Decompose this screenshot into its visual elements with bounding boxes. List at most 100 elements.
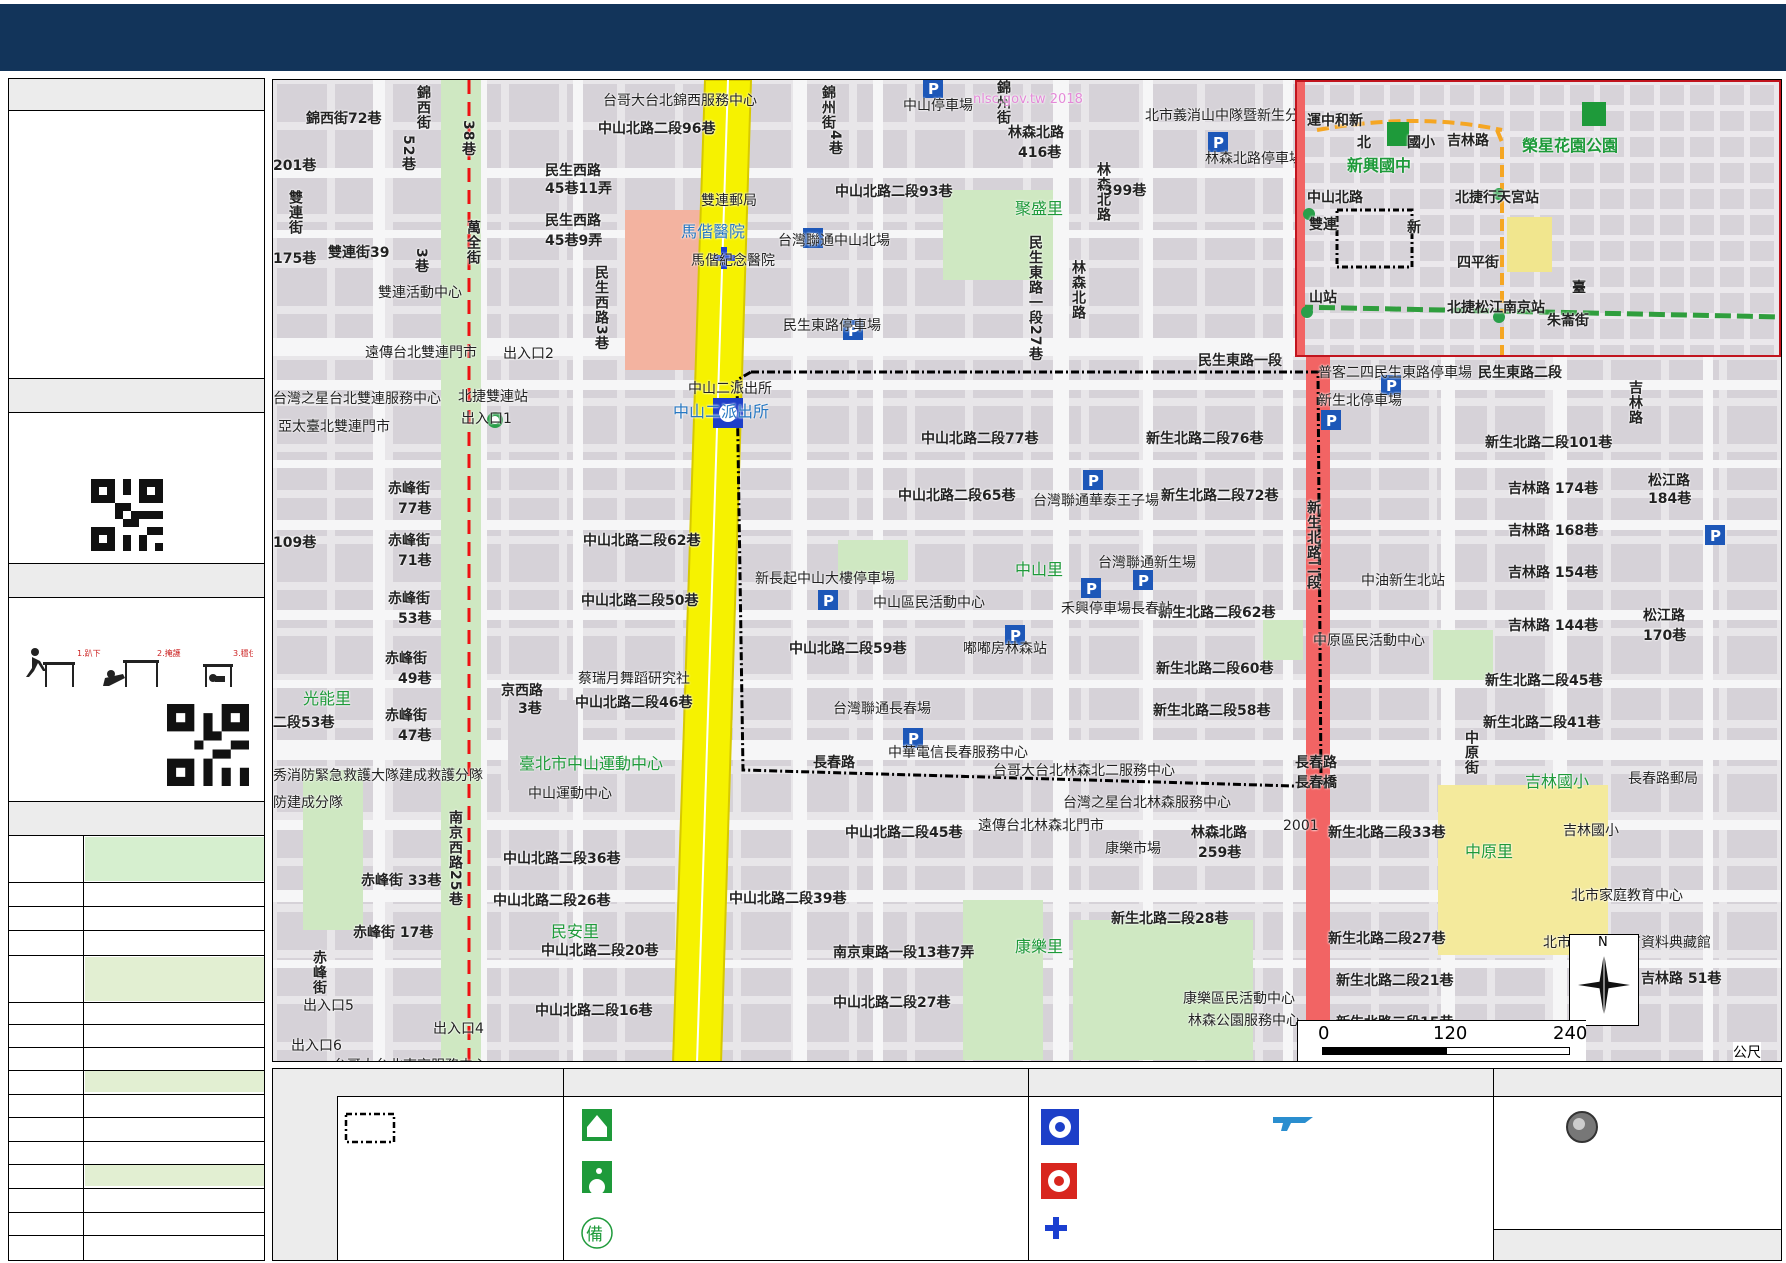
poi-label: 北捷雙連站: [458, 389, 528, 405]
poi-label: 普客二四民生東路停車場: [1318, 365, 1472, 381]
poi-label: 中山里: [1015, 560, 1064, 579]
table-cell-highlight-2: [85, 957, 264, 1001]
scale-bar: 0 120 240: [1297, 1020, 1587, 1061]
street-label: 吉林路 174巷: [1508, 481, 1599, 497]
street-label: 71巷: [398, 553, 432, 569]
poi-label: 蔡瑞月舞蹈研究社: [578, 671, 690, 687]
street-label: 中山北路二段16巷: [535, 1003, 653, 1019]
street-label: 民生東路二段: [1478, 365, 1562, 381]
svg-text:P: P: [1088, 472, 1099, 490]
poi-label: 北市家庭教育中心: [1571, 888, 1683, 904]
street-label: 新生北路二段101巷: [1485, 435, 1613, 451]
street-label: 中山北路二段77巷: [921, 431, 1039, 447]
poi-label: 林森北路停車場: [1205, 151, 1303, 167]
street-label: 吉林路 168巷: [1508, 523, 1599, 539]
street-label: 新生北路二段62巷: [1158, 605, 1276, 621]
street-label: 399巷: [1103, 183, 1147, 199]
poi-label: 中山區民活動中心: [873, 595, 985, 611]
poi-label: 中山停車場: [903, 98, 973, 114]
street-label: 中山北路二段93巷: [835, 184, 953, 200]
street-label: 416巷: [1018, 145, 1062, 161]
poi-label: 2001: [1283, 818, 1319, 834]
poi-label: 民安里: [551, 922, 600, 941]
street-label: 中山北路二段39巷: [729, 891, 847, 907]
poi-label: 中油新生北站: [1361, 573, 1445, 589]
poi-label: 中山運動中心: [528, 786, 612, 802]
street-label: 赤峰街: [388, 481, 430, 497]
poi-label: 台灣聯通華泰王子場: [1033, 493, 1159, 509]
street-label: 77巷: [398, 501, 432, 517]
street-label: 中山北路二段20巷: [541, 943, 659, 959]
street-label: 長春路: [1295, 755, 1337, 771]
north-arrow: N: [1569, 934, 1639, 1026]
poi-label: 台灣之星台北雙連服務中心: [273, 391, 441, 407]
street-label: 中山北路二段27巷: [833, 995, 951, 1011]
inset-label: 朱崙街: [1547, 313, 1589, 329]
street-label: 萬全街: [465, 220, 481, 265]
inset-label: 中山北路: [1307, 190, 1363, 206]
street-label: 吉林路: [1627, 380, 1643, 425]
shelter-label: 吉林國小: [1525, 772, 1590, 791]
poi-label: 中華電信長春服務中心: [888, 745, 1028, 761]
street-label: 49巷: [398, 671, 432, 687]
street-label: 中山北路二段62巷: [583, 533, 701, 549]
poi-label: 新長起中山大樓停車場: [755, 571, 895, 587]
street-label: 52巷: [400, 135, 416, 172]
street-label: 109巷: [273, 535, 317, 551]
poi-label: 嘟嘟房林森站: [963, 641, 1047, 657]
map-legend: 備: [272, 1068, 1782, 1261]
street-label: 新生北路二段21巷: [1336, 973, 1454, 989]
qr-code-icon[interactable]: [91, 479, 163, 551]
poi-label: 聚盛里: [1015, 199, 1064, 218]
inset-map[interactable]: 運中和新北 國小 新興國中 吉林路 榮星花園公園 中山北路 北捷行天宮站 雙連 新四平街 山站 北捷…: [1295, 80, 1781, 357]
inset-label: 吉林路: [1447, 133, 1489, 149]
street-label: 錦西街: [415, 85, 431, 130]
poi-label: 出入口2: [503, 346, 554, 362]
street-label: 中山北路二段46巷: [575, 695, 693, 711]
poi-label: 亞太臺北雙連門市: [278, 419, 390, 435]
poi-label: 雙連活動中心: [378, 285, 462, 301]
street-label: 4巷: [827, 130, 843, 156]
inset-label: 國小: [1407, 135, 1435, 151]
street-label: 南京西路25巷: [447, 810, 463, 907]
inset-label: 新興國中: [1347, 156, 1412, 175]
info-panel-qr-header: [9, 379, 264, 413]
svg-text:P: P: [823, 592, 834, 610]
facility-label: 馬偕醫院: [681, 222, 746, 241]
street-label: 新生北路二段58巷: [1153, 703, 1271, 719]
drop-cover-hold-icon: 1.趴下 2.掩護 3.穩住: [26, 648, 253, 687]
poi-label: 防建成分隊: [273, 795, 343, 811]
street-label: 雙連街39: [328, 245, 390, 261]
table-cell-highlight-1: [85, 837, 264, 881]
map-watermark: nlsc.gov.tw 2018: [973, 92, 1083, 107]
poi-label: 台灣之星台北林森服務中心: [1063, 795, 1231, 811]
street-label: 中山北路二段26巷: [493, 893, 611, 909]
svg-text:P: P: [1710, 527, 1721, 545]
street-label: 赤峰街: [385, 651, 427, 667]
street-label: 中山北路二段45巷: [845, 825, 963, 841]
poi-label: 民生東路停車場: [783, 318, 881, 334]
poi-label: 林森公園服務中心: [1188, 1013, 1300, 1029]
svg-text:P: P: [1326, 412, 1337, 430]
street-label: 新生北路二段76巷: [1146, 431, 1264, 447]
table-cell-highlight-3: [85, 1070, 264, 1092]
info-panel-safety: 1.趴下 2.掩護 3.穩住: [8, 563, 265, 803]
poi-label: 吉林國小: [1563, 823, 1619, 839]
main-map[interactable]: P P P P P P P P P P P P P 錦西街72巷 錦西街 38巷 52…: [272, 79, 1782, 1062]
poi-label: 北市義消山中隊暨新生分隊: [1145, 108, 1313, 124]
poi-label: 出入口1: [461, 411, 512, 427]
street-label: 新生北路二段: [1305, 500, 1321, 590]
inset-label: 山站: [1309, 290, 1337, 306]
street-label: 民生西路: [545, 213, 601, 229]
street-label: 松江路: [1643, 608, 1685, 624]
inset-label: 雙連: [1309, 217, 1337, 233]
street-label: 新生北路二段28巷: [1111, 911, 1229, 927]
inset-label: 北捷行天宮站: [1455, 190, 1539, 206]
qr-code-2-icon[interactable]: [167, 704, 249, 786]
scale-unit: 公尺: [1733, 1042, 1761, 1061]
street-label: 中山北路二段65巷: [898, 488, 1016, 504]
poi-label: 台哥大台北林森北二服務中心: [993, 763, 1175, 779]
street-label: 201巷: [273, 158, 317, 174]
street-label: 新生北路二段33巷: [1328, 825, 1446, 841]
info-panel-top: [8, 78, 265, 380]
